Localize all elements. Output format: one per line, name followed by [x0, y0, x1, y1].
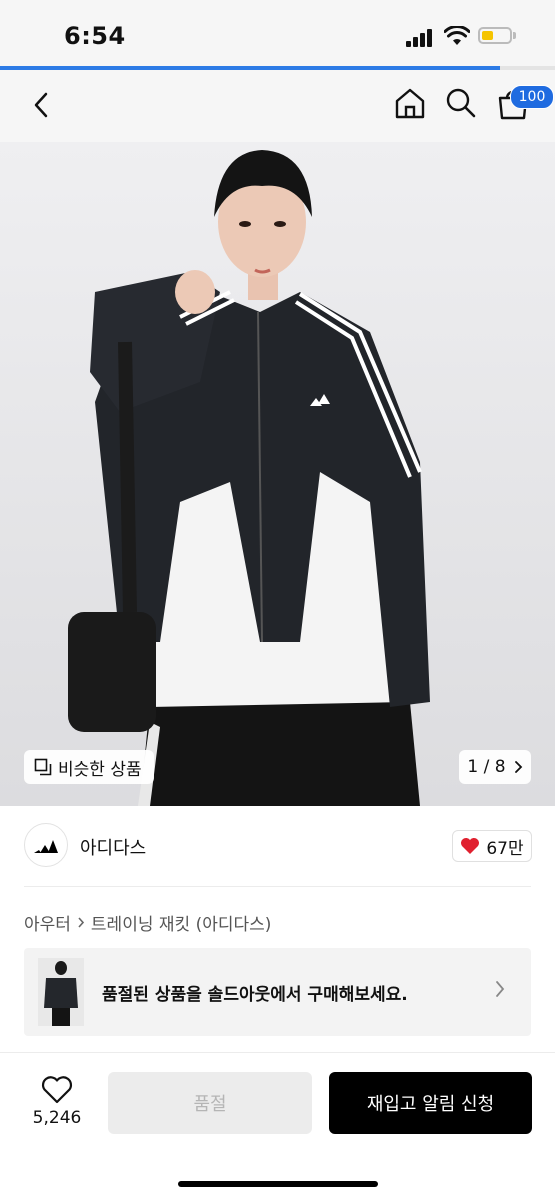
restock-alert-button[interactable]: 재입고 알림 신청 — [329, 1072, 532, 1134]
home-icon[interactable] — [393, 86, 427, 120]
product-photo-illustration — [68, 150, 430, 806]
breadcrumb-subcategory[interactable]: 트레이닝 재킷 (아디다스) — [91, 910, 271, 935]
brand-name[interactable]: 아디다스 — [80, 834, 146, 860]
similar-products-label: 비슷한 상품 — [58, 759, 142, 780]
wishlist-count: 5,246 — [32, 1108, 82, 1128]
image-page-indicator[interactable]: 1 / 8 — [459, 750, 531, 784]
soldout-banner-text: 품절된 상품을 솔드아웃에서 구매해보세요. — [102, 985, 408, 1005]
brand-like-button[interactable]: 67만 — [452, 830, 532, 862]
similar-products-button[interactable]: 비슷한 상품 — [24, 750, 154, 784]
chevron-right-icon — [514, 761, 522, 773]
back-chevron-icon[interactable] — [30, 90, 52, 120]
search-icon[interactable] — [445, 87, 477, 119]
soldout-promo-banner[interactable]: 품절된 상품을 솔드아웃에서 구매해보세요. — [24, 948, 531, 1036]
cellular-signal-icon — [406, 29, 434, 47]
chevron-right-icon — [496, 981, 505, 997]
brand-logo[interactable] — [24, 823, 68, 867]
battery-tip — [513, 32, 516, 39]
wifi-icon — [444, 26, 470, 45]
status-time: 6:54 — [64, 22, 126, 50]
similar-products-icon — [34, 758, 52, 776]
breadcrumb-category[interactable]: 아우터 — [24, 910, 71, 935]
breadcrumb: 아우터 트레이닝 재킷 (아디다스) — [24, 910, 271, 935]
brand-like-count: 67만 — [486, 838, 524, 859]
wishlist-heart-icon[interactable] — [40, 1075, 74, 1105]
nav-bar — [0, 70, 555, 142]
heart-filled-icon — [461, 838, 480, 854]
battery-icon — [478, 27, 512, 44]
adidas-logo-icon — [34, 840, 58, 853]
soldout-button: 품절 — [108, 1072, 312, 1134]
status-bar: 6:54 — [0, 0, 555, 68]
cart-count-badge: 100 — [510, 85, 554, 109]
divider — [24, 886, 531, 887]
product-image[interactable] — [0, 142, 555, 806]
home-indicator — [178, 1181, 378, 1187]
bottom-bar-divider — [0, 1052, 555, 1053]
product-thumbnail — [38, 958, 84, 1026]
breadcrumb-chevron-icon — [78, 917, 84, 928]
page-indicator-text: 1 / 8 — [467, 757, 506, 777]
